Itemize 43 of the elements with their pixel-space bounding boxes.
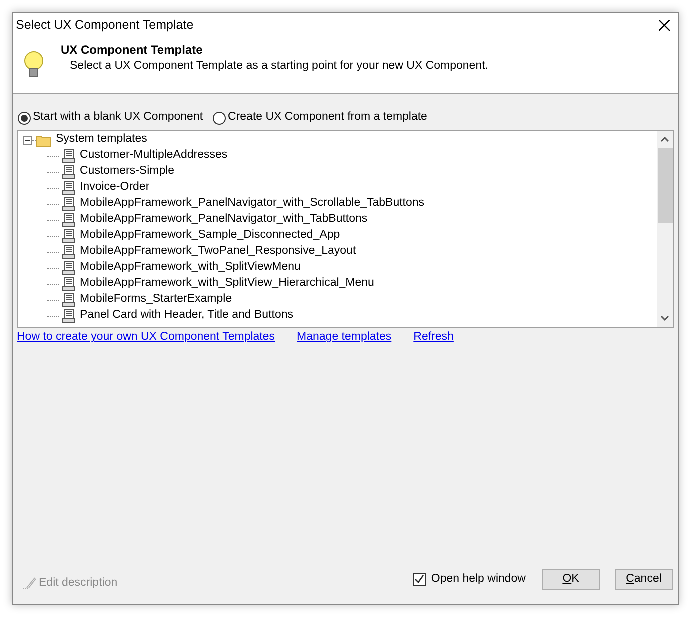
dialog-button[interactable]: Cancel — [615, 568, 673, 590]
tree-item[interactable]: MobileAppFramework_with_SplitView_Hierarchical_Menu — [80, 275, 374, 293]
tree-item[interactable]: MobileAppFramework_with_SplitViewMenu — [80, 259, 301, 277]
pencil-icon — [23, 577, 37, 590]
checkbox[interactable] — [413, 572, 426, 586]
document-icon — [62, 261, 75, 275]
tree-item[interactable]: MobileAppFramework_TwoPanel_Responsive_Layout — [80, 243, 356, 261]
tree-item[interactable]: Invoice-Order — [80, 179, 150, 197]
header-title: UX Component Template — [61, 42, 204, 58]
document-icon — [62, 149, 75, 163]
close-icon[interactable] — [659, 20, 670, 31]
scrollbar[interactable] — [657, 131, 673, 327]
tree-item[interactable]: MobileAppFramework_Sample_Disconnected_App — [80, 227, 340, 245]
radio-button[interactable] — [213, 112, 226, 124]
tree-item[interactable]: System templates — [56, 131, 148, 149]
help-link[interactable]: Refresh — [414, 329, 454, 347]
collapse-toggle[interactable] — [23, 136, 32, 144]
document-icon — [62, 277, 75, 291]
tree-item[interactable]: MobileAppFramework_PanelNavigator_with_TabButtons — [80, 211, 368, 229]
document-icon — [62, 165, 75, 179]
document-icon — [62, 229, 75, 243]
tree-item[interactable]: Panel Card with Header, Title and Buttons — [80, 307, 294, 325]
tree-item[interactable]: Customers-Simple — [80, 163, 175, 181]
document-icon — [62, 245, 75, 259]
document-icon — [62, 197, 75, 211]
help-checkbox-option[interactable]: Open help window — [413, 570, 526, 588]
tree-item[interactable]: Customer-MultipleAddresses — [80, 147, 228, 165]
document-icon — [62, 181, 75, 195]
header-subtitle: Select a UX Component Template as a starting point for your new UX Component. — [70, 59, 488, 74]
radio-option[interactable]: Start with a blank UX Component — [18, 109, 204, 127]
scrollbar-thumb[interactable] — [658, 148, 672, 223]
window-title: Select UX Component Template — [16, 17, 194, 34]
help-link[interactable]: Manage templates — [297, 329, 392, 347]
document-icon — [62, 293, 75, 307]
radio-option[interactable]: Create UX Component from a template — [213, 109, 428, 127]
tree-item[interactable]: MobileForms_StarterExample — [80, 291, 232, 309]
document-icon — [62, 309, 75, 323]
folder-icon — [36, 134, 52, 146]
help-link[interactable]: How to create your own UX Component Templates — [17, 329, 276, 347]
tree-item[interactable]: MobileAppFramework_PanelNavigator_with_Scrollable_TabButtons — [80, 195, 425, 213]
radio-button[interactable] — [18, 112, 31, 124]
document-icon — [62, 213, 75, 227]
dialog-button[interactable]: OK — [542, 568, 600, 590]
